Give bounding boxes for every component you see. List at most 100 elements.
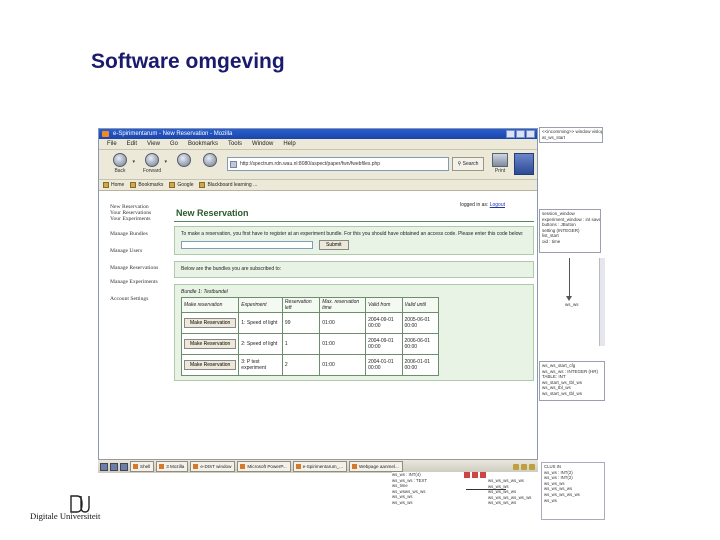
back-arrow-icon bbox=[113, 153, 127, 167]
taskbar-item-shell[interactable]: Shell bbox=[130, 461, 155, 472]
page-content: New Reservation Your Reservations Your E… bbox=[99, 192, 537, 463]
table-cell: 01:00 bbox=[319, 333, 367, 355]
chevron-down-icon[interactable]: ▾ bbox=[132, 159, 135, 165]
submit-button[interactable]: Submit bbox=[319, 240, 349, 250]
subscribed-panel: Below are the bundles you are subscribed… bbox=[174, 261, 534, 278]
bookmark-blackboard[interactable]: Blackboard learning ... bbox=[199, 180, 257, 190]
forward-button[interactable]: Forward ▾ bbox=[141, 153, 167, 174]
heading-divider bbox=[174, 221, 534, 222]
bookmark-bookmarks[interactable]: Bookmarks bbox=[130, 180, 163, 190]
table-row: Make Reservation 1: Speed of light 99 01… bbox=[180, 312, 440, 334]
sidenav-account-settings[interactable]: Account Settings bbox=[110, 296, 170, 302]
taskbar-item-spirimentarum[interactable]: e-Spirimentarum_... bbox=[292, 461, 347, 472]
search-button[interactable]: ⚲ Search bbox=[452, 157, 484, 171]
taskbar-item-mozilla[interactable]: 3 Mozilla bbox=[156, 461, 189, 472]
url-input[interactable]: http://spectrum.rdn.wau.nl:8080/aspect/p… bbox=[227, 157, 449, 171]
subscribed-text: Below are the bundles you are subscribed… bbox=[181, 266, 282, 272]
taskbar-item-dist[interactable]: e-DIST window bbox=[190, 461, 236, 472]
table-cell: 2005-06-01 00:00 bbox=[401, 312, 440, 334]
menu-help[interactable]: Help bbox=[283, 139, 295, 149]
system-tray bbox=[513, 463, 538, 470]
print-button[interactable]: Print bbox=[491, 153, 509, 174]
menu-file[interactable]: File bbox=[107, 139, 117, 149]
intro-text: To make a reservation, you first have to… bbox=[181, 231, 524, 237]
mozilla-logo bbox=[514, 153, 534, 175]
bookmark-icon bbox=[169, 182, 176, 188]
tray-icon[interactable] bbox=[529, 463, 535, 470]
table-row: Make Reservation 3: P test experiment 2 … bbox=[180, 354, 440, 376]
forward-arrow-icon bbox=[145, 153, 159, 167]
bookmarks-toolbar: Home Bookmarks Google Blackboard learnin… bbox=[99, 180, 537, 191]
table-cell: 3: P test experiment bbox=[238, 354, 283, 376]
taskbar-item-webpage[interactable]: Webpage aanmel... bbox=[349, 461, 403, 472]
side-navigation: New Reservation Your Reservations Your E… bbox=[110, 204, 170, 302]
vertical-scrollbar[interactable] bbox=[599, 258, 605, 346]
bookmark-icon bbox=[199, 182, 206, 188]
schema-column-left: ws_ws : INT(4) ws_ws_ws : TEXT ws_time w… bbox=[392, 472, 428, 505]
connector-label: ws_ws bbox=[565, 302, 579, 307]
navigation-toolbar: Back ▾ Forward ▾ http://spectrum.rdn.wau… bbox=[99, 150, 537, 180]
table-cell: 2 bbox=[281, 354, 321, 376]
uml-panel-top: <<incomming>> window vislogic at_ws_star… bbox=[539, 127, 603, 143]
search-icon: ⚲ bbox=[457, 161, 462, 167]
logo-text: Digitale Universiteit bbox=[30, 511, 101, 521]
mail-icon[interactable] bbox=[120, 462, 128, 471]
tool-icon[interactable] bbox=[464, 472, 470, 478]
table-cell: 2004-09-01 00:00 bbox=[365, 333, 403, 355]
chevron-down-icon[interactable]: ▾ bbox=[164, 159, 167, 165]
desktop-icon[interactable] bbox=[100, 462, 108, 471]
printer-icon bbox=[492, 153, 508, 167]
menu-tools[interactable]: Tools bbox=[228, 139, 242, 149]
table-cell: 01:00 bbox=[319, 312, 367, 334]
tray-icon[interactable] bbox=[521, 463, 527, 470]
tray-icon[interactable] bbox=[513, 463, 519, 470]
reload-icon bbox=[177, 153, 191, 167]
menu-window[interactable]: Window bbox=[252, 139, 273, 149]
du-logo: DU Digitale Universiteit bbox=[30, 494, 150, 524]
browser-icon[interactable] bbox=[110, 462, 118, 471]
bookmark-icon bbox=[130, 182, 137, 188]
maximize-button[interactable] bbox=[516, 130, 525, 138]
column-header: Max. reservation time bbox=[319, 297, 367, 313]
access-code-panel: To make a reservation, you first have to… bbox=[174, 226, 534, 255]
page-icon bbox=[230, 161, 237, 168]
bundle-panel: Bundle 1: Testbundel Make reservation Ex… bbox=[174, 284, 534, 381]
bookmark-google[interactable]: Google bbox=[169, 180, 193, 190]
window-title: e-Spirimentarum - New Reservation - Mozi… bbox=[113, 131, 233, 137]
arrow-down-icon bbox=[566, 296, 572, 301]
make-reservation-button[interactable]: Make Reservation bbox=[184, 318, 237, 328]
reload-button[interactable] bbox=[173, 153, 195, 168]
table-cell: 2004-01-01 00:00 bbox=[365, 354, 403, 376]
table-cell: 2006-06-01 00:00 bbox=[401, 333, 440, 355]
menu-bookmarks[interactable]: Bookmarks bbox=[188, 139, 218, 149]
make-reservation-button[interactable]: Make Reservation bbox=[184, 360, 237, 370]
du-logo-text: DU bbox=[69, 494, 71, 495]
uml-connector-area: ws_ws bbox=[539, 258, 605, 346]
table-header-row: Make reservation Experiment Reservation … bbox=[180, 297, 440, 313]
slide-title: Software omgeving bbox=[91, 50, 285, 73]
table-cell: 2: Speed of light bbox=[238, 333, 283, 355]
windows-taskbar: Shell 3 Mozilla e-DIST window Microsoft … bbox=[98, 459, 538, 473]
browser-titlebar[interactable]: e-Spirimentarum - New Reservation - Mozi… bbox=[99, 129, 537, 139]
stop-icon bbox=[203, 153, 217, 167]
stop-button[interactable] bbox=[199, 153, 221, 168]
make-reservation-button[interactable]: Make Reservation bbox=[184, 339, 237, 349]
uml-class-box: session_window experiment_window : int s… bbox=[539, 209, 601, 253]
menu-go[interactable]: Go bbox=[170, 139, 178, 149]
minimize-button[interactable] bbox=[506, 130, 515, 138]
close-button[interactable] bbox=[526, 130, 535, 138]
table-row: Make Reservation 2: Speed of light 1 01:… bbox=[180, 333, 440, 355]
quick-launch bbox=[100, 462, 128, 471]
schema-column-right: ws_ws_ws_ws_ws ws_ws_ws ws_ws_ws_ws ws_w… bbox=[488, 478, 532, 506]
table-cell: 01:00 bbox=[319, 354, 367, 376]
schema-tool-panel: ws_ws : INT(4) ws_ws_ws : TEXT ws_time w… bbox=[392, 472, 538, 520]
tool-icon[interactable] bbox=[480, 472, 486, 478]
menu-view[interactable]: View bbox=[147, 139, 160, 149]
bookmark-home[interactable]: Home bbox=[103, 180, 124, 190]
main-area: New Reservation To make a reservation, y… bbox=[174, 202, 534, 387]
tool-icon[interactable] bbox=[472, 472, 478, 478]
menu-edit[interactable]: Edit bbox=[127, 139, 137, 149]
taskbar-item-powerpoint[interactable]: Microsoft PowerP... bbox=[237, 461, 291, 472]
access-code-input[interactable] bbox=[181, 241, 313, 249]
back-button[interactable]: Back ▾ bbox=[109, 153, 135, 174]
